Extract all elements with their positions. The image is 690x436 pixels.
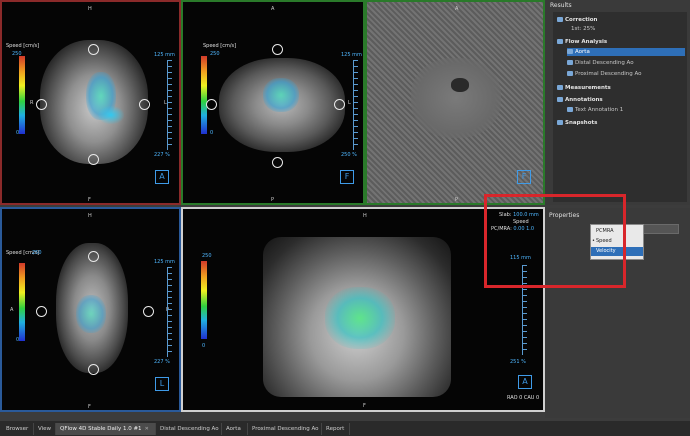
zoom-percent: 227 %: [154, 152, 170, 158]
colorbar: [19, 56, 25, 134]
crosshair-handle[interactable]: [88, 364, 99, 375]
colorbar-min: 0: [16, 130, 20, 136]
tree-item-measurements[interactable]: Measurements: [557, 84, 611, 92]
orientation-readout: RAO 0 CAU 0: [507, 395, 540, 401]
scale-ruler: [167, 267, 172, 357]
text-icon: [567, 107, 573, 112]
folder-icon: [557, 85, 563, 90]
scale-mm: 125 mm: [154, 259, 175, 265]
orientation-bottom: F: [88, 404, 91, 410]
orientation-bottom: F: [88, 197, 91, 203]
view-label[interactable]: A: [518, 375, 532, 389]
orientation-left: A: [10, 307, 14, 313]
tree-item-annotations[interactable]: Annotations: [557, 96, 603, 104]
results-tree: Correction 1st: 25% Flow Analysis Aorta …: [553, 12, 687, 202]
orientation-bottom: P: [271, 197, 275, 203]
colorbar-max: 250: [32, 250, 42, 256]
tree-item-aorta[interactable]: Aorta: [567, 48, 685, 56]
tab-report[interactable]: Report: [322, 423, 350, 435]
colorbar-title: Speed [cm/s]: [6, 43, 40, 49]
tree-item-correction[interactable]: Correction: [557, 16, 597, 24]
flow-overlay: [76, 295, 106, 333]
crosshair-handle[interactable]: [36, 306, 47, 317]
tab-aorta[interactable]: Aorta: [222, 423, 248, 435]
vessel-icon: [567, 71, 573, 76]
viewport-phase[interactable]: A P F: [365, 0, 545, 205]
tab-browser[interactable]: Browser: [2, 423, 34, 435]
tab-bar: Browser View QFlow 4D Stable Daily 1.0 #…: [0, 421, 690, 436]
zoom-percent: 250 %: [341, 152, 357, 158]
camera-icon: [557, 120, 563, 125]
orientation-top: H: [88, 213, 92, 219]
scan-image: [411, 58, 501, 138]
folder-icon: [557, 17, 563, 22]
results-panel: Results Correction 1st: 25% Flow Analysi…: [545, 0, 690, 205]
orientation-right: L: [348, 100, 351, 106]
tree-item-text-annotation[interactable]: Text Annotation 1: [567, 106, 623, 114]
phase-dark-spot: [451, 78, 469, 92]
highlight-box: [484, 194, 626, 288]
colorbar-min: 0: [210, 130, 214, 136]
orientation-top: A: [455, 6, 459, 12]
crosshair-handle[interactable]: [88, 154, 99, 165]
scale-ruler: [167, 60, 172, 150]
zoom-percent: 227 %: [154, 359, 170, 365]
tab-qflow[interactable]: QFlow 4D Stable Daily 1.0 #1 ✕: [56, 423, 156, 435]
colorbar: [19, 263, 25, 341]
orientation-bottom: P: [455, 197, 459, 203]
orientation-top: H: [88, 6, 92, 12]
viewport-sagittal[interactable]: H A P F Speed [cm/s] 250 0 125 mm 227 % …: [0, 207, 181, 412]
tree-item-correction-1st[interactable]: 1st: 25%: [571, 25, 595, 33]
orientation-left: R: [30, 100, 34, 106]
scale-mm: 125 mm: [341, 52, 362, 58]
view-label[interactable]: F: [517, 170, 531, 184]
colorbar-title: Speed [cm/s]: [203, 43, 237, 49]
tree-item-proximal-descending-ao[interactable]: Proximal Descending Ao: [567, 70, 642, 78]
view-label[interactable]: F: [340, 170, 354, 184]
tree-item-flow-analysis[interactable]: Flow Analysis: [557, 38, 607, 46]
scale-mm: 125 mm: [154, 52, 175, 58]
colorbar: [201, 56, 207, 134]
folder-icon: [557, 97, 563, 102]
tab-distal-descending-ao[interactable]: Distal Descending Ao: [156, 423, 222, 435]
colorbar-max: 250: [202, 253, 212, 259]
close-icon[interactable]: ✕: [145, 426, 149, 432]
colorbar-min: 0: [16, 337, 20, 343]
vessel-icon: [567, 60, 573, 65]
tree-item-distal-descending-ao[interactable]: Distal Descending Ao: [567, 59, 634, 67]
view-label[interactable]: L: [155, 377, 169, 391]
flow-overlay: [325, 287, 395, 349]
flow-overlay: [263, 78, 299, 112]
crosshair-handle[interactable]: [36, 99, 47, 110]
tab-proximal-descending-ao[interactable]: Proximal Descending Ao: [248, 423, 322, 435]
crosshair-handle[interactable]: [206, 99, 217, 110]
crosshair-handle[interactable]: [334, 99, 345, 110]
tab-view[interactable]: View: [34, 423, 56, 435]
results-title: Results: [550, 2, 572, 9]
orientation-bottom: F: [363, 403, 366, 409]
flow-overlay-2: [98, 106, 124, 124]
crosshair-handle[interactable]: [88, 251, 99, 262]
crosshair-handle[interactable]: [143, 306, 154, 317]
colorbar: [201, 261, 207, 339]
orientation-top: H: [363, 213, 367, 219]
colorbar-max: 250: [210, 51, 220, 57]
tree-item-snapshots[interactable]: Snapshots: [557, 119, 597, 127]
vessel-icon: [567, 49, 573, 54]
zoom-percent: 251 %: [510, 359, 526, 365]
viewport-coronal[interactable]: H R L F Speed [cm/s] 250 0 125 mm 227 % …: [0, 0, 181, 205]
colorbar-min: 0: [202, 343, 206, 349]
crosshair-handle[interactable]: [88, 44, 99, 55]
crosshair-handle[interactable]: [139, 99, 150, 110]
orientation-top: A: [271, 6, 275, 12]
view-label[interactable]: A: [155, 170, 169, 184]
folder-icon: [557, 39, 563, 44]
crosshair-handle[interactable]: [272, 44, 283, 55]
crosshair-handle[interactable]: [272, 157, 283, 168]
scale-ruler: [353, 60, 358, 150]
viewport-axial[interactable]: A R L P Speed [cm/s] 250 0 125 mm 250 % …: [181, 0, 365, 205]
